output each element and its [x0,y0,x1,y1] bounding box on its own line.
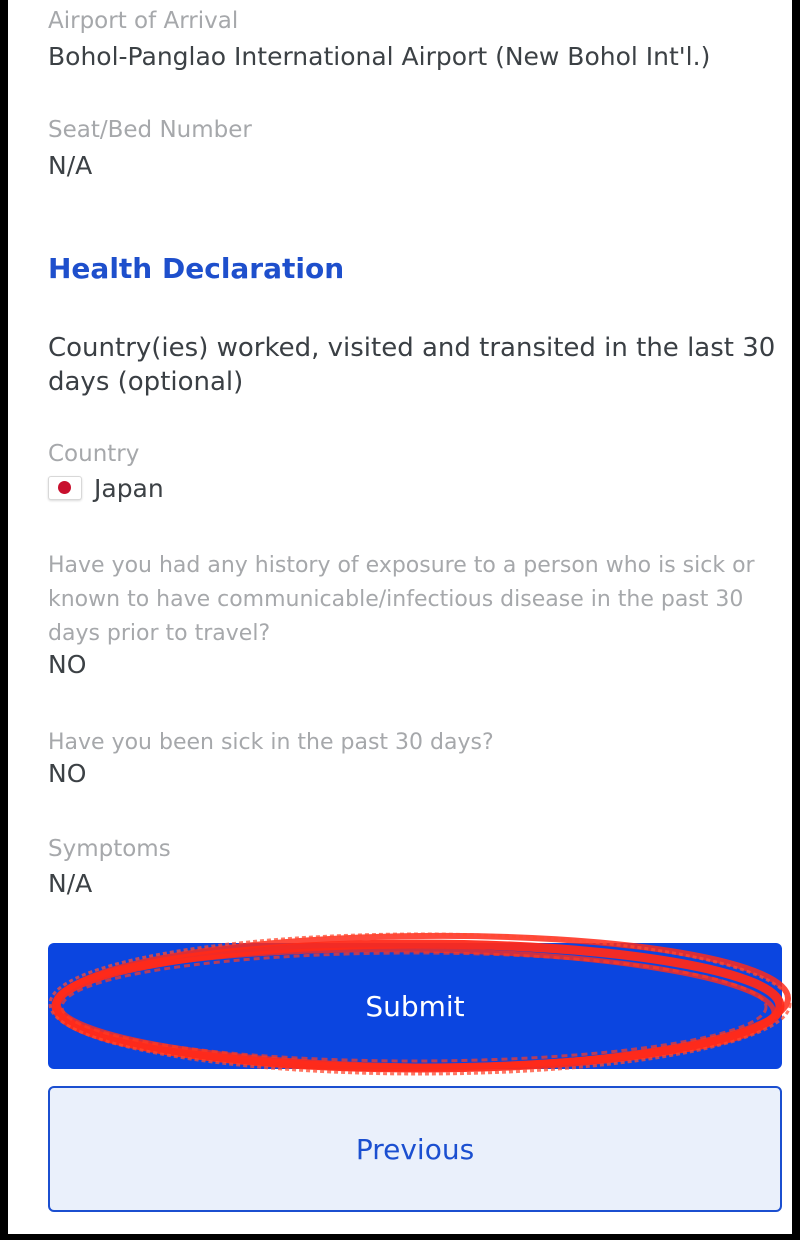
airport-of-arrival-label: Airport of Arrival [48,8,239,34]
sick-question: Have you been sick in the past 30 days? [48,730,494,755]
previous-button[interactable]: Previous [48,1086,782,1212]
submit-button[interactable]: Submit [48,943,782,1069]
airport-of-arrival-value: Bohol-Panglao International Airport (New… [48,42,711,71]
exposure-answer: NO [48,650,87,679]
seat-number-value: N/A [48,151,93,180]
country-value: Japan [94,474,164,503]
countries-visited-title: Country(ies) worked, visited and transit… [48,333,776,397]
symptoms-value: N/A [48,869,93,898]
japan-flag-icon [48,476,82,500]
frame-left-border [0,0,8,1240]
sick-answer: NO [48,759,87,788]
health-declaration-title: Health Declaration [48,252,345,285]
seat-number-label: Seat/Bed Number [48,117,252,143]
exposure-question: Have you had any history of exposure to … [48,553,755,646]
frame-bottom-border [0,1234,800,1240]
submit-button-label: Submit [365,989,465,1023]
country-value-row: Japan [48,474,164,503]
symptoms-label: Symptoms [48,836,171,862]
country-label: Country [48,441,140,467]
previous-button-label: Previous [355,1132,475,1166]
frame-right-border [792,0,800,1240]
